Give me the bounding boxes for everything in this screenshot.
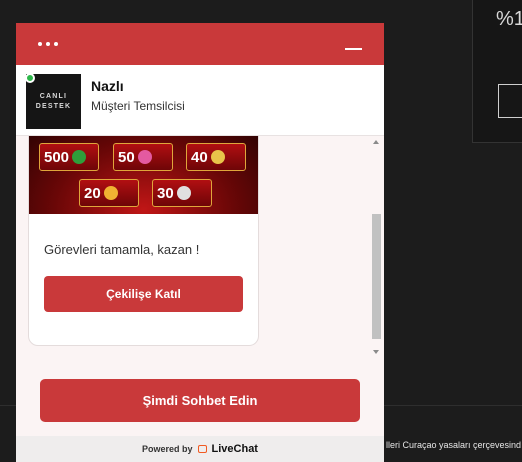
prize-tile: 500 xyxy=(39,143,99,171)
background-checkbox[interactable] xyxy=(498,84,522,118)
scrollbar-thumb[interactable] xyxy=(372,214,381,339)
background-percent-text: %1 xyxy=(496,8,522,30)
online-status-icon xyxy=(25,73,35,83)
prize-number: 50 xyxy=(118,148,135,166)
agent-role: Müşteri Temsilcisi xyxy=(91,99,185,113)
scroll-down-icon[interactable] xyxy=(373,350,379,354)
avatar: CANLI DESTEK xyxy=(26,74,81,129)
scrollbar[interactable] xyxy=(371,136,382,368)
dot xyxy=(54,42,58,46)
prize-number: 20 xyxy=(84,184,101,202)
dot xyxy=(38,42,42,46)
prize-number: 30 xyxy=(157,184,174,202)
agent-card: CANLI DESTEK Nazlı Müşteri Temsilcisi xyxy=(16,65,384,136)
join-draw-button[interactable]: Çekilişe Katıl xyxy=(44,276,243,312)
scroll-up-icon[interactable] xyxy=(373,140,379,144)
prize-icon xyxy=(176,186,191,200)
minimize-icon[interactable] xyxy=(345,48,362,50)
start-chat-button[interactable]: Şimdi Sohbet Edin xyxy=(40,379,360,422)
prize-tile: 40 xyxy=(186,143,246,171)
livechat-logo-icon xyxy=(197,445,207,453)
avatar-text-line-2: DESTEK xyxy=(35,102,72,110)
dot xyxy=(46,42,50,46)
message-card: 500 50 40 20 30 Görevleri tamamla, kazan… xyxy=(28,136,259,346)
message-list[interactable]: 500 50 40 20 30 Görevleri tamamla, kazan… xyxy=(16,136,384,368)
powered-by-footer[interactable]: Powered by LiveChat xyxy=(16,436,384,462)
prize-number: 500 xyxy=(44,148,70,166)
background-footer-text: lleri Curaçao yasaları çerçevesind xyxy=(386,440,522,450)
chat-widget: CANLI DESTEK Nazlı Müşteri Temsilcisi 50… xyxy=(16,23,384,462)
prize-icon xyxy=(103,186,118,200)
message-text: Görevleri tamamla, kazan ! xyxy=(44,242,200,257)
menu-dots-icon[interactable] xyxy=(38,42,58,46)
prize-tile: 30 xyxy=(152,179,212,207)
prize-number: 40 xyxy=(191,148,208,166)
avatar-text-line-1: CANLI xyxy=(39,92,68,100)
prize-icon xyxy=(72,150,87,164)
prize-tile: 20 xyxy=(79,179,139,207)
prize-icon xyxy=(210,150,225,164)
prize-icon xyxy=(137,150,152,164)
promo-banner-image: 500 50 40 20 30 xyxy=(29,136,258,214)
powered-by-text: Powered by xyxy=(142,444,193,454)
prize-tile: 50 xyxy=(113,143,173,171)
agent-name: Nazlı xyxy=(91,78,124,94)
widget-header xyxy=(16,23,384,65)
livechat-brand: LiveChat xyxy=(211,443,258,455)
